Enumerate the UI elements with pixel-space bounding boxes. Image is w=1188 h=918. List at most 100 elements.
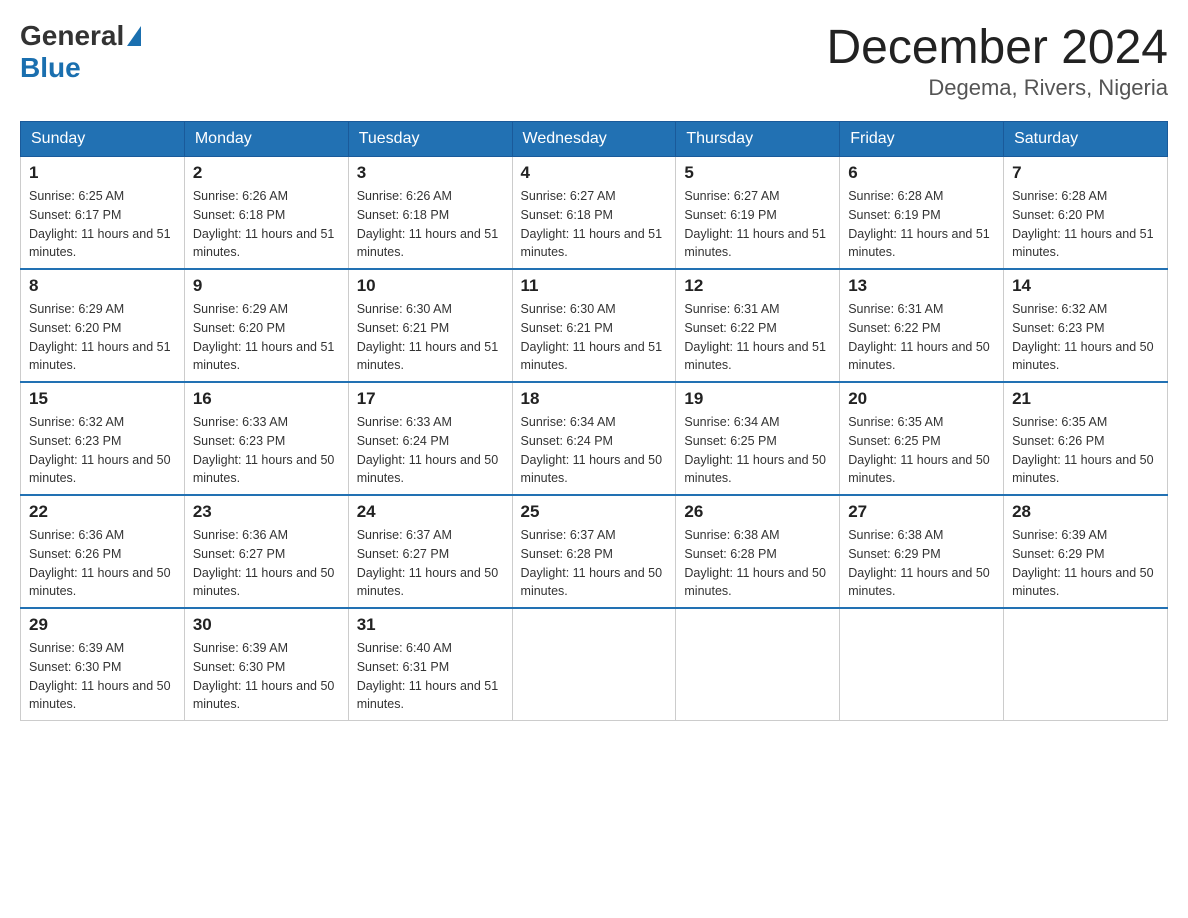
day-info: Sunrise: 6:29 AM Sunset: 6:20 PM Dayligh… (193, 300, 340, 375)
day-info: Sunrise: 6:35 AM Sunset: 6:26 PM Dayligh… (1012, 413, 1159, 488)
day-info: Sunrise: 6:35 AM Sunset: 6:25 PM Dayligh… (848, 413, 995, 488)
table-row: 1 Sunrise: 6:25 AM Sunset: 6:17 PM Dayli… (21, 157, 185, 270)
day-number: 13 (848, 276, 995, 296)
day-info: Sunrise: 6:33 AM Sunset: 6:23 PM Dayligh… (193, 413, 340, 488)
day-info: Sunrise: 6:27 AM Sunset: 6:18 PM Dayligh… (521, 187, 668, 262)
day-info: Sunrise: 6:33 AM Sunset: 6:24 PM Dayligh… (357, 413, 504, 488)
table-row: 9 Sunrise: 6:29 AM Sunset: 6:20 PM Dayli… (184, 269, 348, 382)
table-row: 15 Sunrise: 6:32 AM Sunset: 6:23 PM Dayl… (21, 382, 185, 495)
table-row: 27 Sunrise: 6:38 AM Sunset: 6:29 PM Dayl… (840, 495, 1004, 608)
day-number: 20 (848, 389, 995, 409)
table-row: 10 Sunrise: 6:30 AM Sunset: 6:21 PM Dayl… (348, 269, 512, 382)
day-number: 30 (193, 615, 340, 635)
table-row: 16 Sunrise: 6:33 AM Sunset: 6:23 PM Dayl… (184, 382, 348, 495)
header-thursday: Thursday (676, 122, 840, 157)
day-info: Sunrise: 6:31 AM Sunset: 6:22 PM Dayligh… (848, 300, 995, 375)
calendar-week-row: 8 Sunrise: 6:29 AM Sunset: 6:20 PM Dayli… (21, 269, 1168, 382)
day-number: 28 (1012, 502, 1159, 522)
day-number: 7 (1012, 163, 1159, 183)
page-subtitle: Degema, Rivers, Nigeria (826, 75, 1168, 101)
day-info: Sunrise: 6:39 AM Sunset: 6:29 PM Dayligh… (1012, 526, 1159, 601)
table-row: 14 Sunrise: 6:32 AM Sunset: 6:23 PM Dayl… (1004, 269, 1168, 382)
title-area: December 2024 Degema, Rivers, Nigeria (826, 20, 1168, 101)
day-number: 19 (684, 389, 831, 409)
day-number: 23 (193, 502, 340, 522)
day-info: Sunrise: 6:32 AM Sunset: 6:23 PM Dayligh… (29, 413, 176, 488)
day-info: Sunrise: 6:27 AM Sunset: 6:19 PM Dayligh… (684, 187, 831, 262)
day-info: Sunrise: 6:26 AM Sunset: 6:18 PM Dayligh… (357, 187, 504, 262)
day-number: 10 (357, 276, 504, 296)
day-info: Sunrise: 6:29 AM Sunset: 6:20 PM Dayligh… (29, 300, 176, 375)
day-info: Sunrise: 6:26 AM Sunset: 6:18 PM Dayligh… (193, 187, 340, 262)
calendar-week-row: 29 Sunrise: 6:39 AM Sunset: 6:30 PM Dayl… (21, 608, 1168, 721)
header-wednesday: Wednesday (512, 122, 676, 157)
day-number: 6 (848, 163, 995, 183)
calendar-week-row: 15 Sunrise: 6:32 AM Sunset: 6:23 PM Dayl… (21, 382, 1168, 495)
table-row: 28 Sunrise: 6:39 AM Sunset: 6:29 PM Dayl… (1004, 495, 1168, 608)
table-row: 2 Sunrise: 6:26 AM Sunset: 6:18 PM Dayli… (184, 157, 348, 270)
calendar-header-row: Sunday Monday Tuesday Wednesday Thursday… (21, 122, 1168, 157)
day-number: 1 (29, 163, 176, 183)
day-info: Sunrise: 6:39 AM Sunset: 6:30 PM Dayligh… (29, 639, 176, 714)
header-tuesday: Tuesday (348, 122, 512, 157)
day-number: 3 (357, 163, 504, 183)
header-saturday: Saturday (1004, 122, 1168, 157)
table-row: 31 Sunrise: 6:40 AM Sunset: 6:31 PM Dayl… (348, 608, 512, 721)
table-row: 4 Sunrise: 6:27 AM Sunset: 6:18 PM Dayli… (512, 157, 676, 270)
day-info: Sunrise: 6:30 AM Sunset: 6:21 PM Dayligh… (521, 300, 668, 375)
day-number: 2 (193, 163, 340, 183)
day-info: Sunrise: 6:36 AM Sunset: 6:26 PM Dayligh… (29, 526, 176, 601)
day-info: Sunrise: 6:38 AM Sunset: 6:29 PM Dayligh… (848, 526, 995, 601)
day-info: Sunrise: 6:25 AM Sunset: 6:17 PM Dayligh… (29, 187, 176, 262)
day-number: 31 (357, 615, 504, 635)
table-row: 26 Sunrise: 6:38 AM Sunset: 6:28 PM Dayl… (676, 495, 840, 608)
day-number: 4 (521, 163, 668, 183)
table-row: 21 Sunrise: 6:35 AM Sunset: 6:26 PM Dayl… (1004, 382, 1168, 495)
day-number: 15 (29, 389, 176, 409)
day-number: 5 (684, 163, 831, 183)
day-info: Sunrise: 6:37 AM Sunset: 6:27 PM Dayligh… (357, 526, 504, 601)
day-info: Sunrise: 6:40 AM Sunset: 6:31 PM Dayligh… (357, 639, 504, 714)
day-number: 12 (684, 276, 831, 296)
logo-blue-text: Blue (20, 52, 81, 84)
table-row: 7 Sunrise: 6:28 AM Sunset: 6:20 PM Dayli… (1004, 157, 1168, 270)
table-row: 6 Sunrise: 6:28 AM Sunset: 6:19 PM Dayli… (840, 157, 1004, 270)
day-info: Sunrise: 6:32 AM Sunset: 6:23 PM Dayligh… (1012, 300, 1159, 375)
table-row (1004, 608, 1168, 721)
day-number: 24 (357, 502, 504, 522)
day-number: 25 (521, 502, 668, 522)
page-header: General Blue December 2024 Degema, River… (20, 20, 1168, 101)
day-info: Sunrise: 6:36 AM Sunset: 6:27 PM Dayligh… (193, 526, 340, 601)
day-number: 8 (29, 276, 176, 296)
day-info: Sunrise: 6:30 AM Sunset: 6:21 PM Dayligh… (357, 300, 504, 375)
day-info: Sunrise: 6:28 AM Sunset: 6:20 PM Dayligh… (1012, 187, 1159, 262)
table-row: 20 Sunrise: 6:35 AM Sunset: 6:25 PM Dayl… (840, 382, 1004, 495)
table-row: 24 Sunrise: 6:37 AM Sunset: 6:27 PM Dayl… (348, 495, 512, 608)
table-row (512, 608, 676, 721)
day-number: 11 (521, 276, 668, 296)
day-info: Sunrise: 6:34 AM Sunset: 6:24 PM Dayligh… (521, 413, 668, 488)
table-row: 17 Sunrise: 6:33 AM Sunset: 6:24 PM Dayl… (348, 382, 512, 495)
day-number: 26 (684, 502, 831, 522)
day-info: Sunrise: 6:34 AM Sunset: 6:25 PM Dayligh… (684, 413, 831, 488)
table-row: 22 Sunrise: 6:36 AM Sunset: 6:26 PM Dayl… (21, 495, 185, 608)
table-row: 12 Sunrise: 6:31 AM Sunset: 6:22 PM Dayl… (676, 269, 840, 382)
day-number: 21 (1012, 389, 1159, 409)
table-row: 5 Sunrise: 6:27 AM Sunset: 6:19 PM Dayli… (676, 157, 840, 270)
table-row: 25 Sunrise: 6:37 AM Sunset: 6:28 PM Dayl… (512, 495, 676, 608)
day-info: Sunrise: 6:38 AM Sunset: 6:28 PM Dayligh… (684, 526, 831, 601)
header-sunday: Sunday (21, 122, 185, 157)
day-number: 9 (193, 276, 340, 296)
logo-triangle-icon (127, 26, 141, 46)
header-friday: Friday (840, 122, 1004, 157)
day-info: Sunrise: 6:31 AM Sunset: 6:22 PM Dayligh… (684, 300, 831, 375)
table-row (676, 608, 840, 721)
table-row: 23 Sunrise: 6:36 AM Sunset: 6:27 PM Dayl… (184, 495, 348, 608)
day-number: 27 (848, 502, 995, 522)
day-number: 29 (29, 615, 176, 635)
logo: General Blue (20, 20, 141, 84)
table-row: 29 Sunrise: 6:39 AM Sunset: 6:30 PM Dayl… (21, 608, 185, 721)
table-row: 11 Sunrise: 6:30 AM Sunset: 6:21 PM Dayl… (512, 269, 676, 382)
table-row: 30 Sunrise: 6:39 AM Sunset: 6:30 PM Dayl… (184, 608, 348, 721)
page-title: December 2024 (826, 20, 1168, 75)
